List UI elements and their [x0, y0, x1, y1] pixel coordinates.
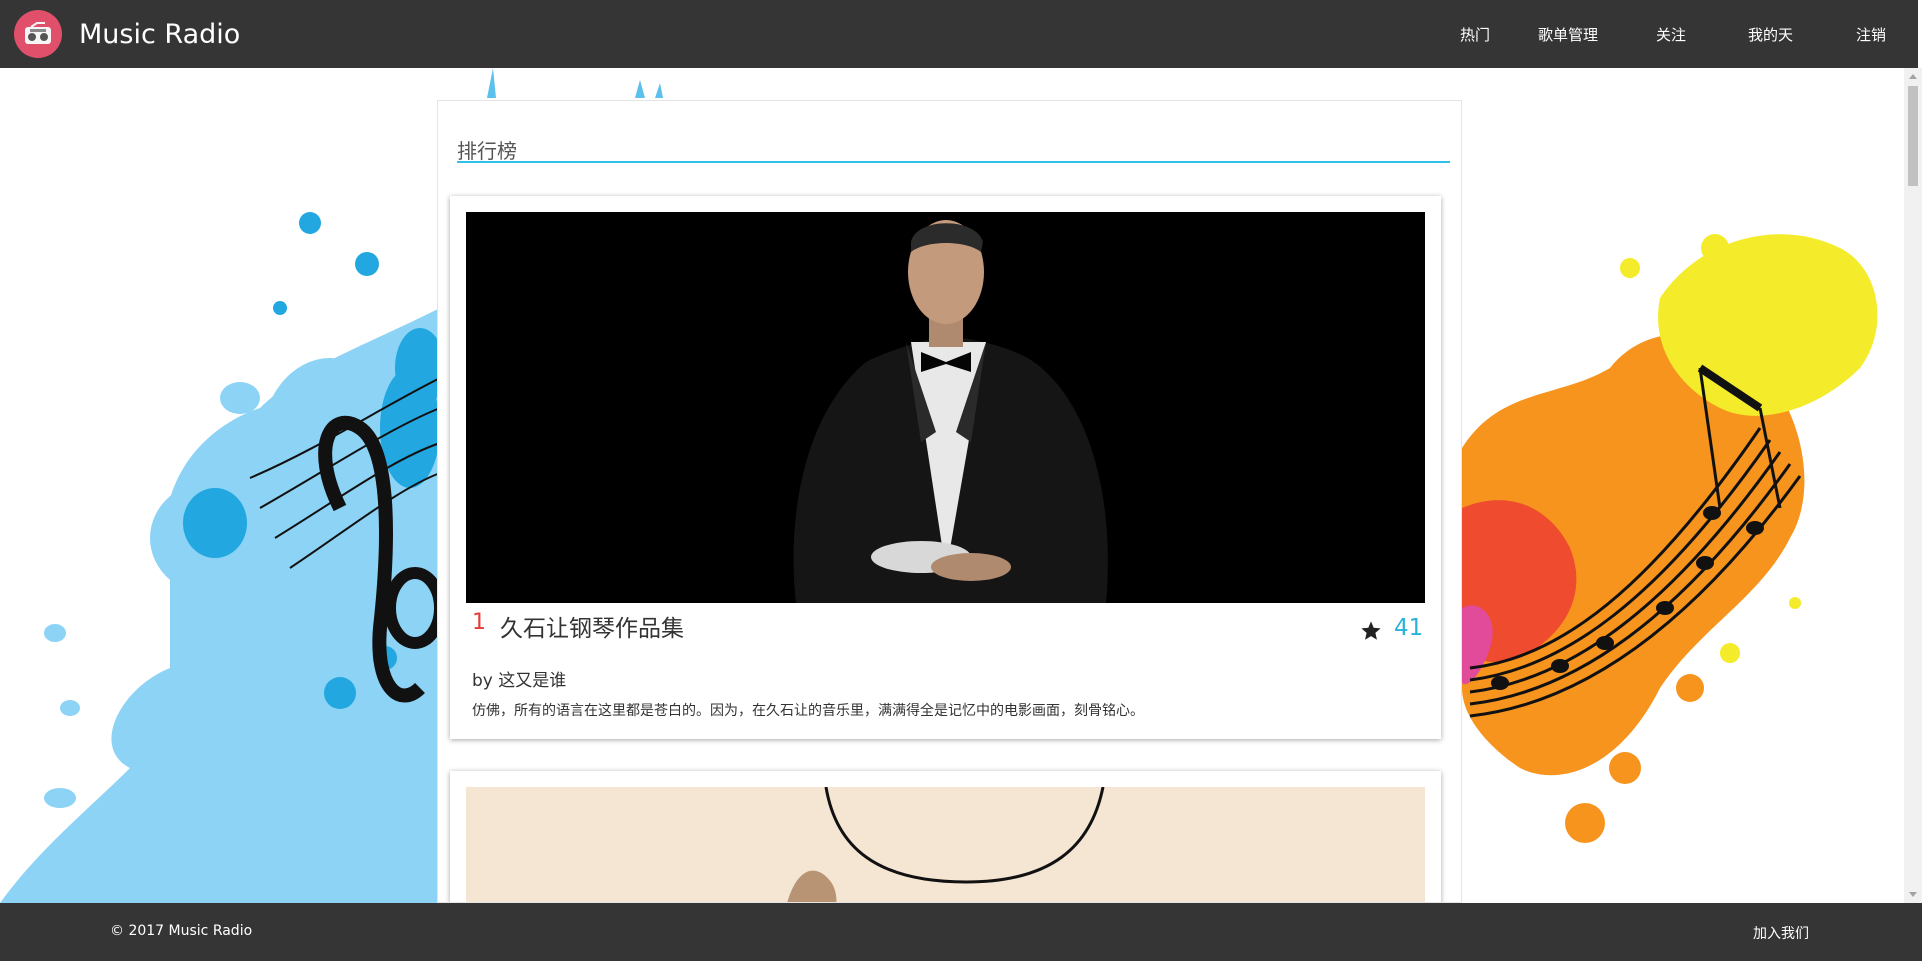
author-byline: by 这又是谁 [472, 671, 567, 691]
nav-playlist-manage[interactable]: 歌单管理 [1538, 24, 1598, 45]
playlist-description: 仿佛，所有的语言在这里都是苍白的。因为，在久石让的音乐里，满满得全是记忆中的电影… [472, 703, 1144, 719]
star-icon[interactable] [1360, 620, 1382, 642]
scroll-thumb[interactable] [1908, 86, 1918, 186]
page-footer: © 2017 Music Radio 加入我们 [0, 903, 1922, 961]
blue-paint-splash [0, 308, 440, 903]
album-cover-image[interactable] [466, 787, 1425, 902]
brand-name[interactable]: Music Radio [79, 19, 240, 50]
scroll-down-icon[interactable] [1909, 892, 1917, 897]
page-scrollbar[interactable] [1904, 68, 1922, 903]
orange-paint-splash [1462, 234, 1878, 843]
top-navbar: Music Radio 热门 歌单管理 关注 我的天 注销 [0, 0, 1918, 68]
album-cover-image[interactable] [466, 212, 1425, 603]
nav-hot[interactable]: 热门 [1460, 24, 1490, 45]
playlist-title[interactable]: 久石让钢琴作品集 [500, 609, 684, 643]
title-underline [457, 161, 1450, 163]
ranking-card[interactable] [450, 771, 1441, 902]
ranking-panel: 排行榜 1 久石让钢琴作品集 41 by 这又是谁 仿佛，所有的语言在这里都是苍… [437, 100, 1462, 903]
join-us-link[interactable]: 加入我们 [1753, 923, 1809, 943]
copyright-text: © 2017 Music Radio [110, 923, 253, 939]
nav-my-day[interactable]: 我的天 [1748, 24, 1793, 45]
scroll-up-icon[interactable] [1909, 74, 1917, 79]
ranking-card[interactable]: 1 久石让钢琴作品集 41 by 这又是谁 仿佛，所有的语言在这里都是苍白的。因… [450, 196, 1441, 739]
nav-follow[interactable]: 关注 [1656, 24, 1686, 45]
star-count: 41 [1394, 615, 1424, 641]
rank-number: 1 [472, 610, 486, 635]
panel-title: 排行榜 [457, 139, 517, 163]
radio-logo-icon[interactable] [14, 10, 62, 58]
nav-logout[interactable]: 注销 [1856, 24, 1886, 45]
